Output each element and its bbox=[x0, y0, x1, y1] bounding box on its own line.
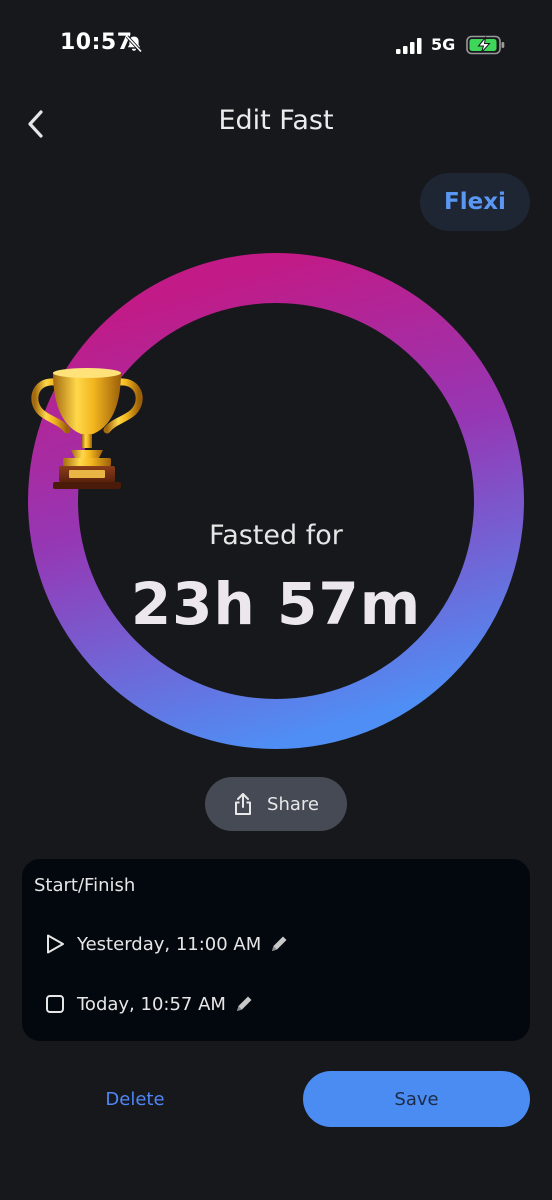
share-button-label: Share bbox=[267, 793, 319, 815]
progress-ring-arc bbox=[28, 253, 524, 749]
share-button[interactable]: Share bbox=[205, 777, 347, 831]
pencil-icon[interactable] bbox=[269, 934, 289, 954]
delete-button[interactable]: Delete bbox=[80, 1071, 190, 1127]
start-time-row[interactable]: Yesterday, 11:00 AM bbox=[44, 929, 289, 959]
battery-charging-icon bbox=[466, 35, 505, 55]
page-title: Edit Fast bbox=[218, 105, 334, 136]
fasted-duration: 23h 57m bbox=[130, 570, 422, 638]
play-icon bbox=[44, 933, 66, 955]
pencil-icon[interactable] bbox=[234, 994, 254, 1014]
start-finish-title: Start/Finish bbox=[34, 875, 136, 896]
progress-ring: Fasted for 23h 57m bbox=[27, 252, 525, 750]
network-type: 5G bbox=[431, 35, 456, 54]
fasted-label: Fasted for bbox=[209, 520, 343, 551]
finish-time-text: Today, 10:57 AM bbox=[77, 993, 226, 1015]
status-bar: 10:57 5G bbox=[0, 0, 552, 90]
status-time: 10:57 bbox=[60, 30, 133, 55]
cellular-signal-icon bbox=[396, 38, 422, 54]
square-icon bbox=[44, 993, 66, 1015]
progress-ring-graphic bbox=[28, 253, 524, 749]
bell-slash-icon bbox=[125, 35, 143, 53]
save-button[interactable]: Save bbox=[303, 1071, 530, 1127]
fast-mode-pill[interactable]: Flexi bbox=[420, 173, 530, 231]
start-finish-card: Start/Finish Yesterday, 11:00 AM Today, … bbox=[22, 859, 530, 1041]
start-time-text: Yesterday, 11:00 AM bbox=[77, 933, 262, 955]
finish-time-row[interactable]: Today, 10:57 AM bbox=[44, 989, 254, 1019]
share-icon bbox=[235, 793, 252, 815]
